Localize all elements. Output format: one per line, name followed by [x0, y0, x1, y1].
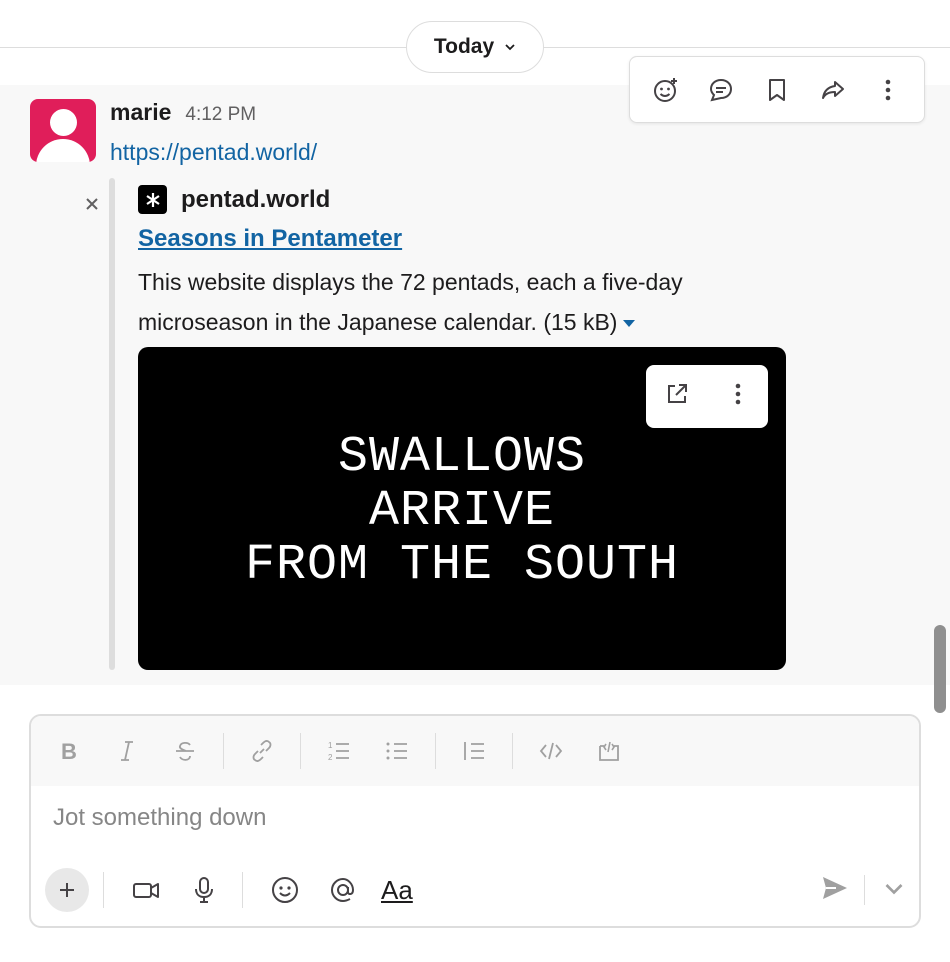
- link-button[interactable]: [242, 731, 282, 771]
- add-reaction-icon: [653, 77, 677, 102]
- at-sign-icon: [330, 877, 355, 903]
- more-vertical-icon: [735, 383, 740, 405]
- bold-icon: B: [61, 739, 77, 764]
- microphone-icon: [195, 877, 213, 903]
- svg-text:B: B: [61, 739, 77, 764]
- chevron-down-icon: [505, 44, 515, 51]
- code-block-icon: [599, 741, 619, 761]
- toolbar-separator: [864, 875, 865, 905]
- collapse-preview-icon[interactable]: [623, 320, 636, 328]
- reply-in-thread-icon: [710, 78, 733, 101]
- external-link-icon: [667, 384, 687, 403]
- unfurl-site-name: pentad.world: [181, 185, 331, 213]
- share-icon: [821, 80, 844, 99]
- toolbar-separator: [223, 733, 224, 769]
- plus-icon: [60, 883, 74, 897]
- save-for-later-button[interactable]: [755, 68, 799, 112]
- close-icon: [86, 198, 98, 210]
- blockquote-button[interactable]: [454, 731, 494, 771]
- link-icon: [252, 740, 272, 762]
- toolbar-separator: [512, 733, 513, 769]
- strikethrough-icon: [176, 741, 194, 761]
- blockquote-icon: [464, 742, 484, 760]
- preview-line-2: ARRIVE: [368, 483, 556, 540]
- code-block-button[interactable]: [589, 731, 629, 771]
- attach-button[interactable]: [45, 868, 89, 912]
- strikethrough-button[interactable]: [165, 731, 205, 771]
- unfurl-accent-bar: [109, 178, 115, 670]
- message-actions-toolbar: [629, 56, 925, 123]
- unfurl-preview-image[interactable]: SWALLOWS ARRIVE FROM THE SOUTH: [138, 347, 786, 670]
- unfurl-size: (15 kB): [543, 309, 618, 335]
- preview-actions-toolbar: [646, 365, 768, 428]
- date-label: Today: [433, 35, 495, 58]
- bulleted-list-icon: [386, 742, 407, 760]
- remove-unfurl-button[interactable]: [82, 194, 102, 214]
- code-icon: [539, 742, 563, 760]
- record-video-button[interactable]: [126, 870, 166, 910]
- scrollbar-thumb[interactable]: [934, 625, 946, 713]
- avatar-body-shape: [36, 139, 90, 162]
- message-link[interactable]: https://pentad.world/: [110, 139, 317, 166]
- toolbar-separator: [103, 872, 104, 908]
- preview-more-button[interactable]: [724, 380, 752, 413]
- reply-in-thread-button[interactable]: [699, 68, 743, 112]
- emoji-icon: [272, 877, 298, 903]
- unfurl-title-link[interactable]: Seasons in Pentameter: [138, 225, 402, 253]
- composer-bottom-bar: Aa: [45, 864, 909, 916]
- preview-line-1: SWALLOWS: [337, 429, 587, 486]
- more-vertical-icon: [885, 79, 891, 100]
- mention-button[interactable]: [323, 870, 363, 910]
- avatar-head-shape: [50, 109, 77, 136]
- record-audio-button[interactable]: [184, 870, 224, 910]
- emoji-button[interactable]: [265, 870, 305, 910]
- author-name[interactable]: marie: [110, 99, 171, 126]
- italic-button[interactable]: [107, 731, 147, 771]
- bulleted-list-button[interactable]: [377, 731, 417, 771]
- send-button[interactable]: [820, 873, 850, 908]
- date-divider-button[interactable]: Today: [406, 21, 544, 73]
- site-favicon-icon: [138, 185, 167, 214]
- message-timestamp[interactable]: 4:12 PM: [185, 104, 256, 126]
- video-camera-icon: [133, 883, 159, 898]
- toolbar-separator: [300, 733, 301, 769]
- more-actions-button[interactable]: [866, 68, 910, 112]
- message-input[interactable]: Jot something down: [53, 804, 266, 832]
- svg-text:1: 1: [328, 741, 333, 750]
- chevron-down-icon: [885, 883, 903, 894]
- open-in-browser-button[interactable]: [663, 380, 691, 413]
- formatting-toolbar: B 12: [31, 716, 919, 786]
- send-icon: [823, 876, 847, 899]
- bold-button[interactable]: B: [49, 731, 89, 771]
- unfurl-site-row: pentad.world: [138, 185, 330, 214]
- italic-icon: [121, 741, 133, 761]
- ordered-list-button[interactable]: 12: [319, 731, 359, 771]
- send-group: [820, 873, 909, 908]
- code-button[interactable]: [531, 731, 571, 771]
- message-header: marie 4:12 PM: [110, 99, 256, 126]
- avatar[interactable]: [30, 99, 96, 162]
- ordered-list-icon: 12: [328, 741, 349, 762]
- preview-image-text: SWALLOWS ARRIVE FROM THE SOUTH: [138, 431, 786, 593]
- svg-text:2: 2: [328, 753, 333, 762]
- preview-line-3: FROM THE SOUTH: [244, 537, 680, 594]
- toolbar-separator: [435, 733, 436, 769]
- share-message-button[interactable]: [811, 68, 855, 112]
- toolbar-separator: [242, 872, 243, 908]
- show-formatting-button[interactable]: Aa: [381, 875, 413, 906]
- add-reaction-button[interactable]: [644, 68, 688, 112]
- bookmark-icon: [768, 78, 785, 101]
- unfurl-description: This website displays the 72 pentads, ea…: [138, 262, 798, 342]
- schedule-send-button[interactable]: [879, 873, 909, 908]
- message-composer: B 12 Jot something down Aa: [29, 714, 921, 928]
